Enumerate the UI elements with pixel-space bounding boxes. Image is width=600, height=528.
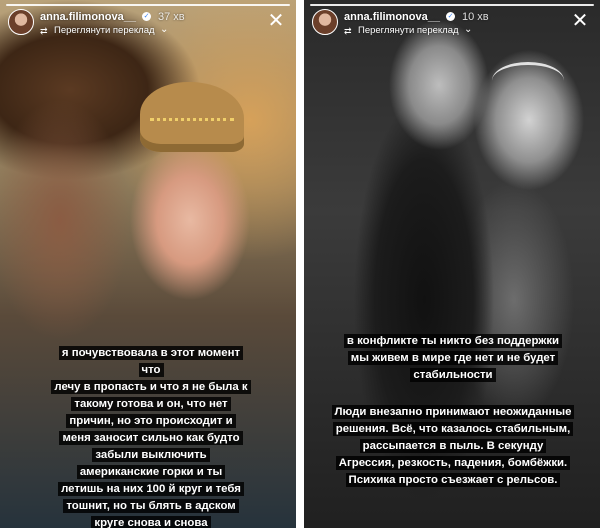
story-caption-bottom: Люди внезапно принимают неожиданные реше…: [318, 404, 588, 489]
translate-link[interactable]: Переглянути переклад: [54, 25, 155, 36]
caption-line: такому готова и он, что нет: [71, 397, 231, 411]
story-caption: я почувствовала в этот момент что лечу в…: [40, 345, 262, 528]
story-header: anna.filimonova__ ✓ 10 хв ⇄ Переглянути …: [312, 9, 592, 39]
divider: [296, 0, 304, 528]
cap-shape: [140, 82, 244, 152]
close-icon[interactable]: ✕: [266, 11, 286, 31]
caption-line: круге снова и снова: [91, 516, 211, 528]
caption-line: в конфликте ты никто без поддержки: [343, 334, 563, 348]
caption-line: меня заносит сильно как будто: [59, 431, 243, 445]
avatar[interactable]: [312, 9, 338, 35]
translate-link[interactable]: Переглянути переклад: [358, 25, 459, 36]
chevron-down-icon[interactable]: ⌄: [160, 24, 168, 35]
caption-line: Люди внезапно принимают неожиданные: [331, 405, 575, 419]
caption-line: забыли выключить: [92, 448, 210, 462]
caption-line: лечу в пропасть и что я не была к: [51, 380, 251, 394]
timestamp: 10 хв: [462, 11, 489, 23]
story-caption-top: в конфликте ты никто без поддержки мы жи…: [322, 333, 584, 384]
caption-line: я почувствовала в этот момент: [58, 346, 244, 360]
close-icon[interactable]: ✕: [570, 11, 590, 31]
chevron-down-icon[interactable]: ⌄: [464, 24, 472, 35]
verified-badge-icon: ✓: [446, 12, 455, 21]
verified-badge-icon: ✓: [142, 12, 151, 21]
repost-icon: ⇄: [344, 26, 352, 36]
timestamp: 37 хв: [158, 11, 185, 23]
caption-line: мы живем в мире где нет и не будет: [347, 351, 559, 365]
caption-line: решения. Всё, что казалось стабильным,: [332, 422, 574, 436]
caption-line: причин, но это происходит и: [66, 414, 236, 428]
caption-line: стабильности: [410, 368, 496, 382]
repost-icon: ⇄: [40, 26, 48, 36]
caption-line: Психика просто съезжает с рельсов.: [345, 473, 561, 487]
avatar[interactable]: [8, 9, 34, 35]
cap-chain: [150, 118, 234, 129]
username[interactable]: anna.filimonova__: [40, 11, 136, 23]
caption-line: американские горки и ты: [76, 465, 226, 479]
story-progress-bar: [6, 4, 290, 6]
story-header: anna.filimonova__ ✓ 37 хв ⇄ Переглянути …: [8, 9, 288, 39]
caption-line: тошнит, но ты блять в адском: [63, 499, 239, 513]
story-right[interactable]: anna.filimonova__ ✓ 10 хв ⇄ Переглянути …: [304, 0, 600, 528]
caption-line: рассыпается в пыль. В секунду: [359, 439, 547, 453]
story-left[interactable]: anna.filimonova__ ✓ 37 хв ⇄ Переглянути …: [0, 0, 296, 528]
caption-line: Агрессия, резкость, падения, бомбёжки.: [335, 456, 571, 470]
tiara-shape: [492, 62, 564, 99]
username[interactable]: anna.filimonova__: [344, 11, 440, 23]
story-progress-bar: [310, 4, 594, 6]
caption-line: летишь на них 100 й круг и тебя: [58, 482, 244, 496]
caption-line: что: [138, 363, 164, 377]
